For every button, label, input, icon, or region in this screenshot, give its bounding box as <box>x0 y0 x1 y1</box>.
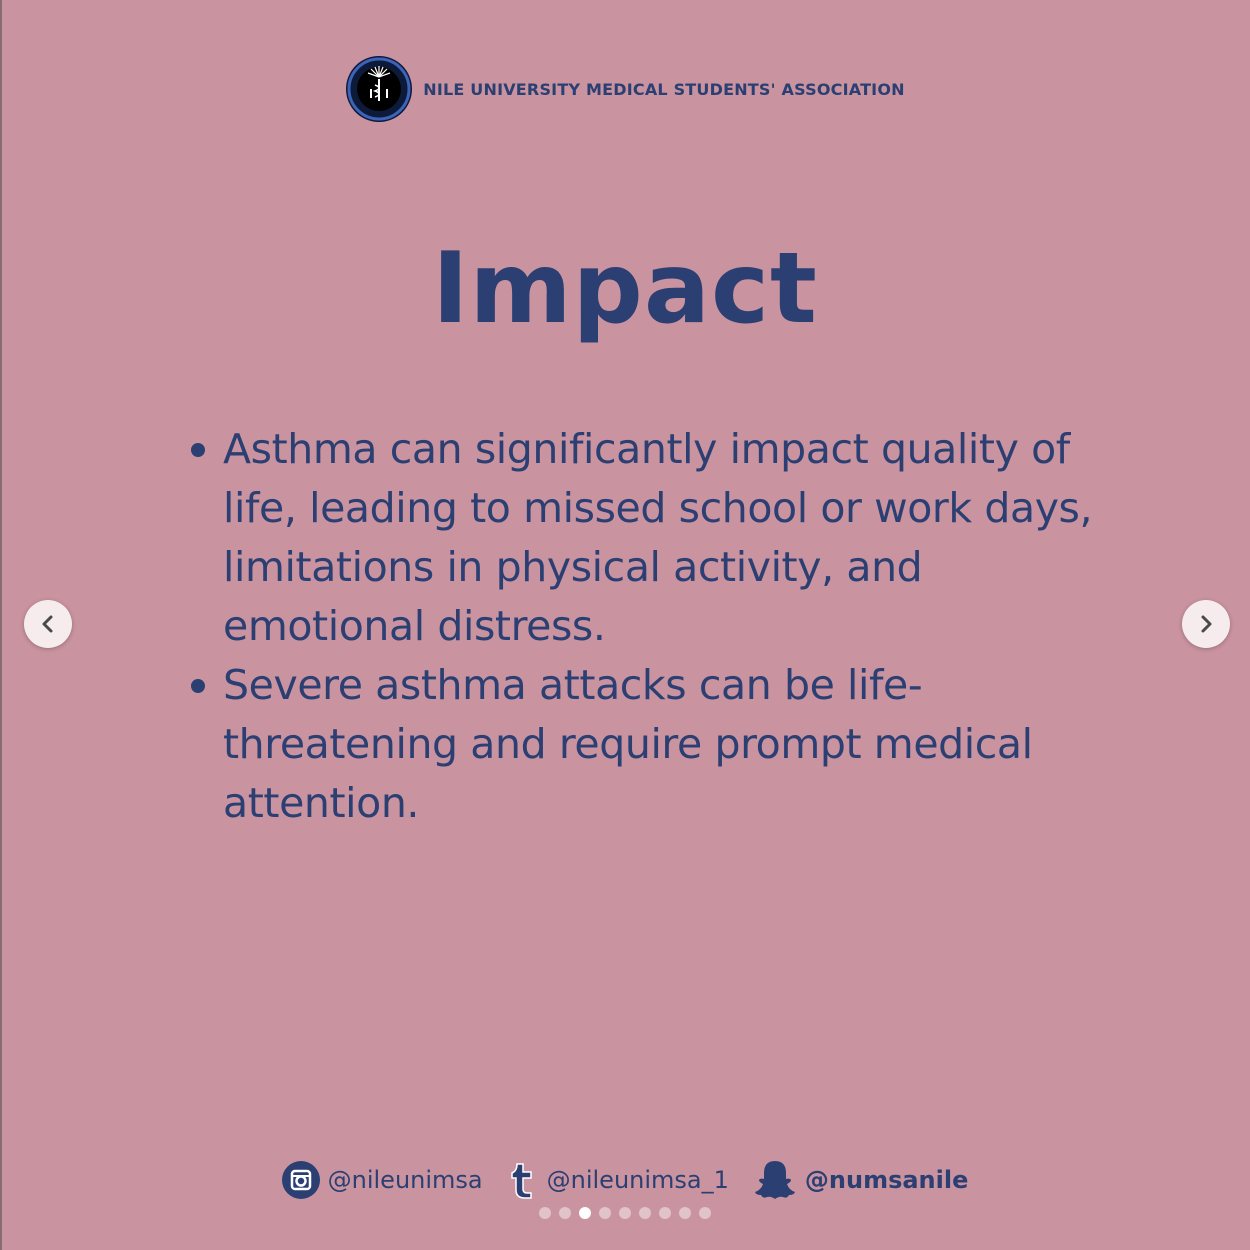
instagram-icon <box>281 1161 320 1199</box>
social-handle: @nileunimsa <box>327 1166 483 1194</box>
carousel-dot[interactable] <box>699 1207 711 1219</box>
carousel-dot[interactable] <box>659 1207 671 1219</box>
bullet-list: Asthma can significantly impact quality … <box>185 420 1115 833</box>
social-footer: @nileunimsa @nileunimsa_1 @numsanile <box>0 1158 1250 1202</box>
carousel-dot[interactable] <box>559 1207 571 1219</box>
list-item: Severe asthma attacks can be life-threat… <box>185 656 1115 833</box>
page-title: Impact <box>432 232 818 346</box>
snapchat-icon <box>754 1161 795 1199</box>
chevron-left-icon <box>42 615 53 633</box>
carousel-dot[interactable] <box>619 1207 631 1219</box>
header: NILE UNIVERSITY MEDICAL STUDENTS' ASSOCI… <box>0 54 1250 124</box>
carousel-dot[interactable] <box>599 1207 611 1219</box>
social-handle: @numsanile <box>804 1166 969 1194</box>
chevron-right-icon <box>1201 615 1212 633</box>
numsa-logo-icon <box>346 56 413 122</box>
social-tumblr: @nileunimsa_1 <box>507 1160 729 1200</box>
social-instagram: @nileunimsa <box>281 1161 483 1199</box>
carousel-indicator <box>0 1207 1250 1219</box>
list-item: Asthma can significantly impact quality … <box>185 420 1115 656</box>
org-name: NILE UNIVERSITY MEDICAL STUDENTS' ASSOCI… <box>423 79 905 99</box>
carousel-slide: NILE UNIVERSITY MEDICAL STUDENTS' ASSOCI… <box>0 0 1250 1250</box>
carousel-dot[interactable] <box>639 1207 651 1219</box>
social-handle: @nileunimsa_1 <box>546 1166 729 1194</box>
next-button[interactable] <box>1182 600 1230 648</box>
tumblr-icon <box>510 1163 532 1199</box>
carousel-dot[interactable] <box>539 1207 551 1219</box>
carousel-dot[interactable] <box>679 1207 691 1219</box>
previous-button[interactable] <box>24 600 72 648</box>
social-snapchat: @numsanile <box>753 1159 968 1201</box>
divider <box>0 0 2 1250</box>
carousel-dot-active[interactable] <box>579 1207 591 1219</box>
